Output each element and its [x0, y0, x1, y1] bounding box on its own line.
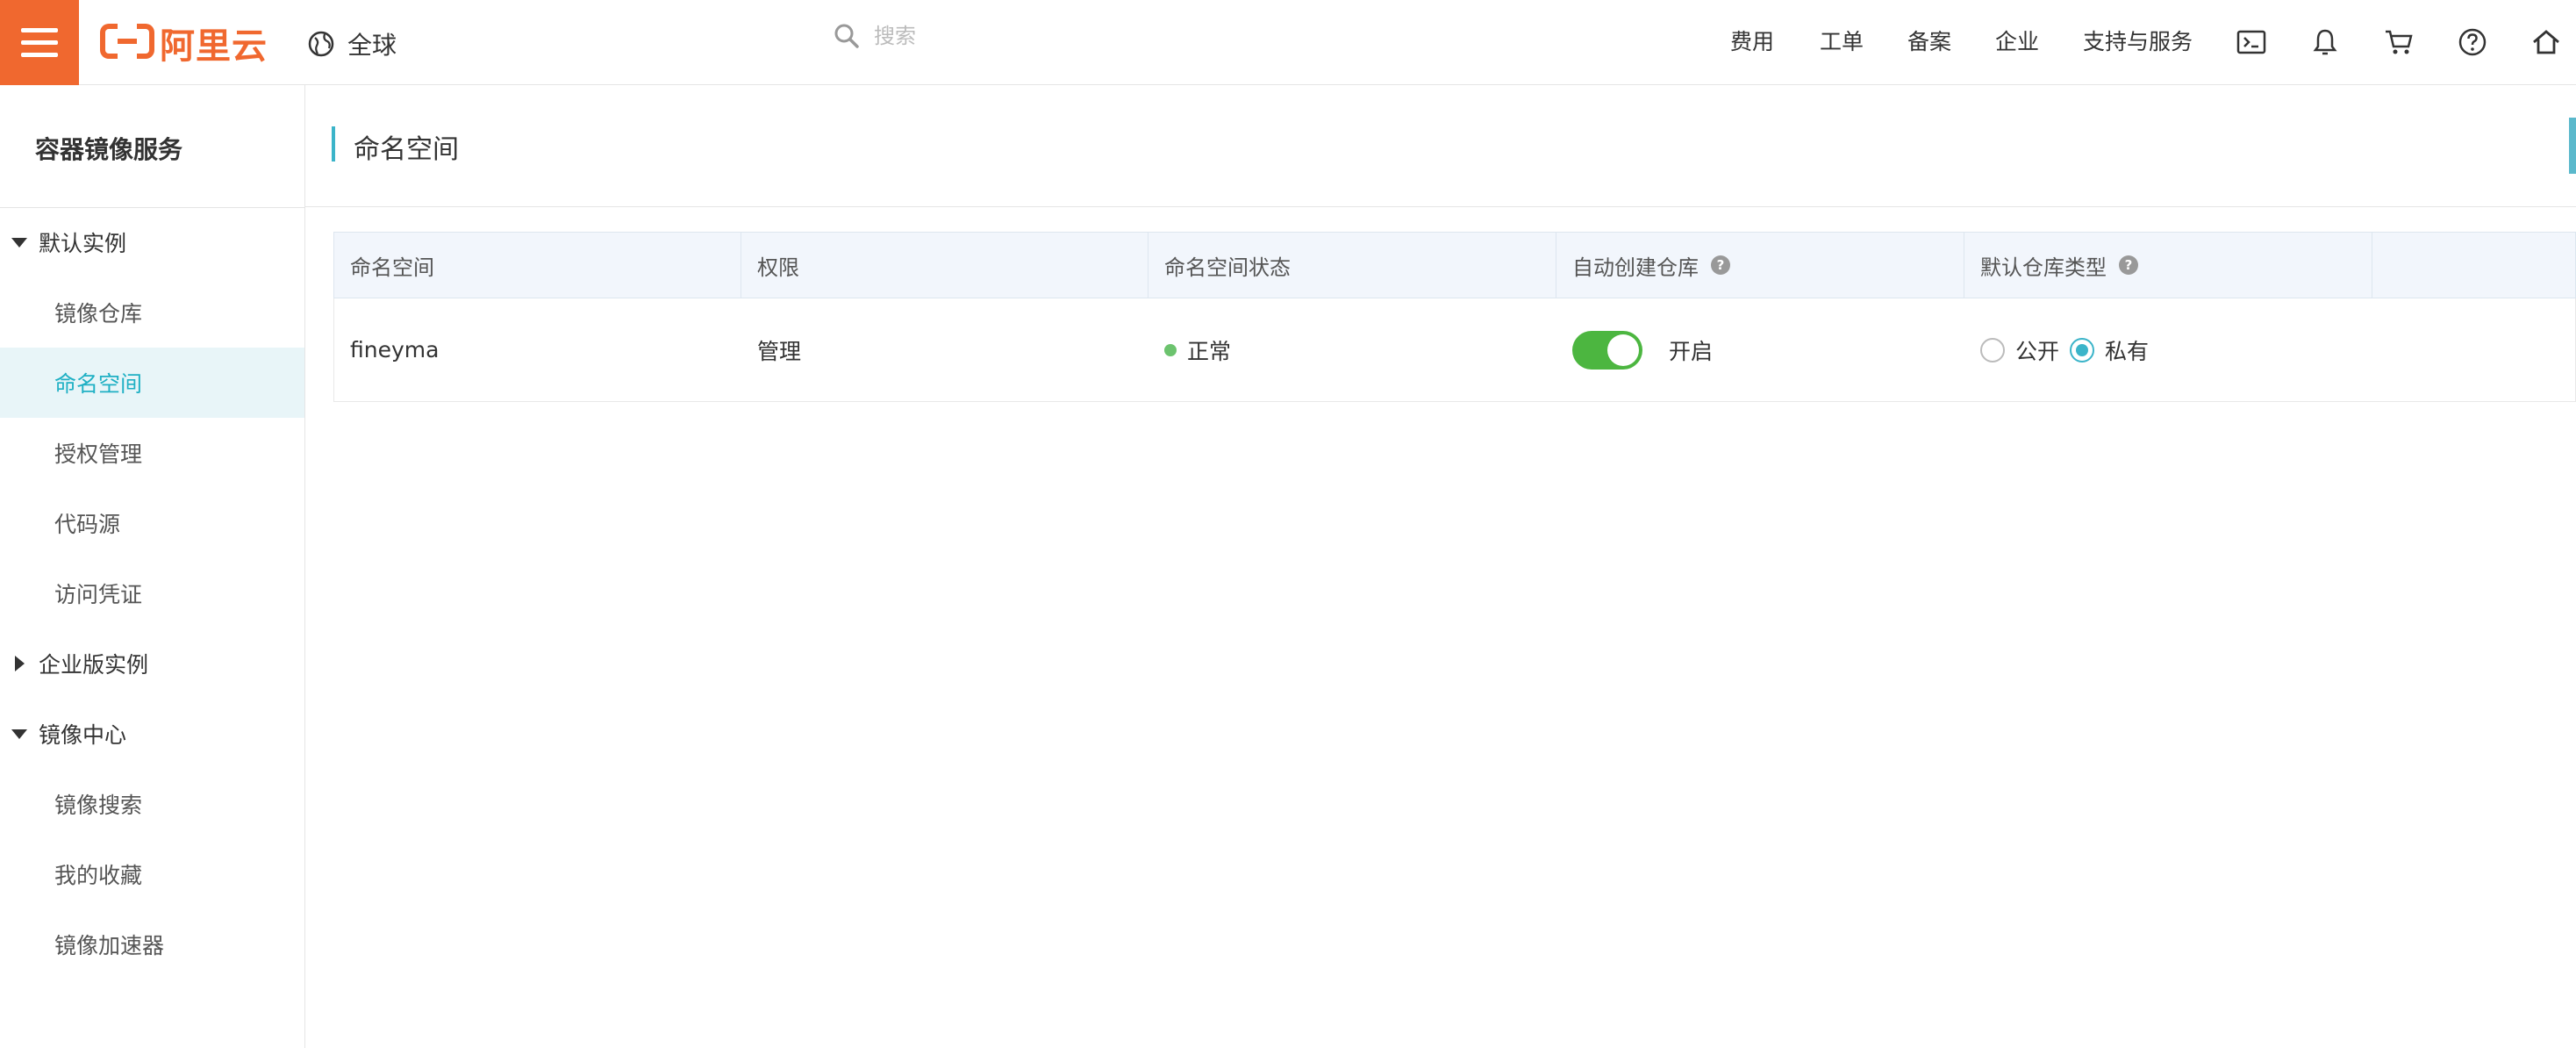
region-selector[interactable]: 全球	[307, 26, 397, 61]
nav-enterprise[interactable]: 企业	[1995, 25, 2039, 56]
terminal-icon[interactable]	[2236, 26, 2267, 58]
caret-right-icon	[14, 656, 25, 671]
globe-icon	[308, 31, 334, 57]
aliyun-logo[interactable]: 阿里云	[100, 23, 268, 67]
sidebar-group-default-instance[interactable]: 默认实例	[0, 216, 304, 269]
namespace-table: 命名空间 权限 命名空间状态 自动创建仓库 ? 默认仓库类型 ? fineyma…	[333, 232, 2576, 402]
page-title: 命名空间	[354, 134, 459, 165]
help-icon[interactable]	[2457, 26, 2488, 58]
sidebar-item-namespaces[interactable]: 命名空间	[0, 348, 304, 418]
sidebar-divider	[0, 207, 304, 208]
sidebar-group-image-center[interactable]: 镜像中心	[0, 707, 304, 760]
column-header-status: 命名空间状态	[1148, 233, 1556, 298]
search-icon	[834, 24, 859, 48]
column-header-default-repo-type: 默认仓库类型 ?	[1964, 233, 2372, 298]
page-header-divider	[305, 206, 2576, 207]
cell-namespace: fineyma	[350, 337, 440, 362]
nav-billing[interactable]: 费用	[1730, 25, 1774, 56]
sidebar-item-favorites[interactable]: 我的收藏	[0, 839, 304, 909]
sidebar-item-code-source[interactable]: 代码源	[0, 488, 304, 558]
cell-default-repo-type: 公开 私有	[1964, 298, 2372, 401]
edge-tab-marker[interactable]	[2569, 118, 2576, 174]
help-tooltip-icon[interactable]: ?	[2119, 255, 2138, 275]
caret-down-icon	[11, 237, 27, 248]
sidebar-item-authorization[interactable]: 授权管理	[0, 418, 304, 488]
nav-support[interactable]: 支持与服务	[2083, 25, 2193, 56]
home-icon[interactable]	[2530, 26, 2562, 58]
repo-type-private-option[interactable]: 私有	[2070, 334, 2149, 366]
column-header-actions	[2372, 233, 2576, 298]
cell-status: 正常	[1148, 298, 1556, 401]
sidebar-title: 容器镜像服务	[35, 135, 183, 164]
repo-type-public-option[interactable]: 公开	[1980, 334, 2059, 366]
help-tooltip-icon[interactable]: ?	[1711, 255, 1730, 275]
column-header-namespace: 命名空间	[334, 233, 741, 298]
sidebar-group-enterprise-instance[interactable]: 企业版实例	[0, 637, 304, 690]
sidebar-item-access-credential[interactable]: 访问凭证	[0, 558, 304, 628]
menu-icon-bar	[21, 53, 58, 57]
cell-auto-create: 开启	[1556, 298, 1964, 401]
bell-icon[interactable]	[2309, 26, 2341, 58]
column-header-permission: 权限	[741, 233, 1148, 298]
nav-tickets[interactable]: 工单	[1820, 25, 1864, 56]
cart-icon[interactable]	[2383, 26, 2415, 58]
page-title-accent-bar	[332, 126, 335, 162]
search-input[interactable]	[872, 23, 1227, 49]
menu-icon-bar	[21, 28, 58, 32]
logo-text: 阿里云	[160, 26, 268, 67]
sidebar-item-image-accelerator[interactable]: 镜像加速器	[0, 909, 304, 980]
menu-icon-bar	[21, 40, 58, 45]
caret-down-icon	[11, 729, 27, 739]
search-box[interactable]	[834, 23, 1227, 49]
auto-create-toggle[interactable]	[1572, 330, 1642, 370]
radio-button-selected[interactable]	[2070, 337, 2095, 362]
cell-permission: 管理	[757, 338, 802, 364]
region-label: 全球	[347, 31, 397, 60]
top-navigation-bar: 阿里云 全球 费用 工单 备案 企业 支持与服务	[0, 0, 2576, 85]
sidebar: 容器镜像服务 默认实例 镜像仓库 命名空间 授权管理 代码源 访问凭证 企业版实…	[0, 85, 305, 1048]
status-ok-dot-icon	[1164, 343, 1177, 356]
sidebar-group-label: 默认实例	[39, 231, 127, 256]
toggle-state-label: 开启	[1669, 338, 1714, 364]
logo-mark-icon	[100, 24, 154, 62]
sidebar-item-repositories[interactable]: 镜像仓库	[0, 277, 304, 348]
table-header: 命名空间 权限 命名空间状态 自动创建仓库 ? 默认仓库类型 ?	[333, 232, 2576, 298]
sidebar-item-image-search[interactable]: 镜像搜索	[0, 769, 304, 839]
status-text: 正常	[1187, 338, 1232, 364]
column-header-auto-create: 自动创建仓库 ?	[1556, 233, 1964, 298]
sidebar-group-label: 镜像中心	[39, 722, 127, 748]
sidebar-group-label: 企业版实例	[39, 652, 149, 678]
radio-button[interactable]	[1980, 337, 2005, 362]
nav-icp-filing[interactable]: 备案	[1907, 25, 1951, 56]
table-row: fineyma 管理 正常 开启 公开 私有	[333, 298, 2576, 402]
hamburger-menu-button[interactable]	[0, 0, 79, 85]
